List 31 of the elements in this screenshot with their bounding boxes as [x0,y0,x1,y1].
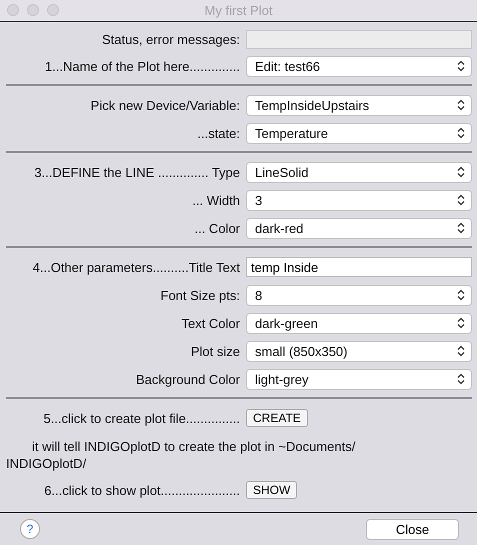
dropdown[interactable]: 3 [246,190,472,210]
field-label: Status, error messages: [101,32,241,46]
field-label: ...state: [196,126,241,140]
field-label: 5...click to create plot file............... [42,410,241,426]
action-button[interactable]: CREATE [246,409,308,427]
field-label: 3...DEFINE the LINE .............. Type [33,164,241,180]
dropdown[interactable]: TempInsideUpstairs [246,94,472,116]
field-label: Font Size pts: [160,288,241,302]
close-button[interactable]: Close [366,518,459,540]
dropdown[interactable]: Temperature [246,122,472,144]
field-label: 4...Other parameters..........Title Text [32,260,241,274]
window-title: My first Plot [204,3,272,18]
field-label: Text Color [180,316,241,330]
field-label: 1...Name of the Plot here.............. [44,58,241,74]
field-label: Background Color [134,372,241,386]
field-label: Pick new Device/Variable: [90,98,241,112]
dropdown[interactable]: dark-green [246,312,472,334]
dropdown[interactable]: LineSolid [246,162,472,182]
text-input[interactable]: temp Inside [246,257,472,277]
field-label: Plot size [190,344,241,358]
action-button[interactable]: SHOW [246,481,298,499]
dropdown[interactable]: light-grey [246,368,472,390]
dropdown[interactable]: 8 [246,284,472,306]
dropdown[interactable]: dark-red [246,218,472,238]
dropdown[interactable]: small (850x350) [246,340,472,362]
help-button[interactable]: ? [20,519,40,539]
field-label: ... Width [191,192,241,208]
field-label: ... Color [193,220,241,236]
field-label: 6...click to show plot...................... [43,482,241,498]
dropdown[interactable]: Edit: test66 [246,56,472,76]
info-text: it will tell INDIGOplotD to create the plot in ~Documents/ INDIGOplotD/ [6,438,356,473]
